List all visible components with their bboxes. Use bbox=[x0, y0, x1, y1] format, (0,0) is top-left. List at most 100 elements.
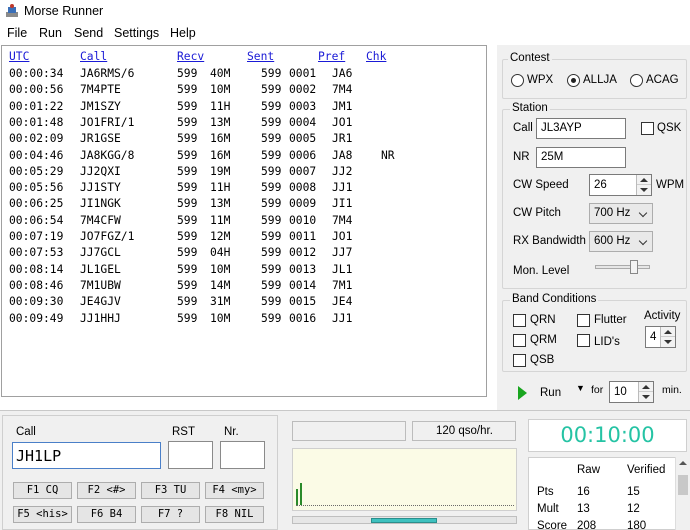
log-cell-rst-sent: 599 bbox=[261, 295, 282, 309]
qsb-checkbox[interactable] bbox=[513, 354, 526, 367]
run-button[interactable]: Run bbox=[540, 387, 561, 399]
log-cell-utc: 00:02:09 bbox=[9, 132, 64, 146]
log-cell-rst-sent: 599 bbox=[261, 115, 282, 129]
log-cell-call: JM1SZY bbox=[80, 99, 121, 113]
spin-down-icon[interactable] bbox=[639, 392, 653, 402]
log-cell-rst-sent: 599 bbox=[261, 246, 282, 260]
log-cell-pref: JI1 bbox=[332, 197, 353, 211]
score-scrollbar[interactable] bbox=[675, 457, 690, 530]
log-cell-rst: 599 bbox=[177, 295, 198, 309]
entry-rst-input[interactable] bbox=[168, 441, 213, 469]
log-cell-utc: 00:01:48 bbox=[9, 115, 64, 129]
qsk-checkbox[interactable] bbox=[641, 122, 654, 135]
scope-signal bbox=[300, 483, 302, 505]
flutter-checkbox[interactable] bbox=[577, 314, 590, 327]
scroll-thumb[interactable] bbox=[678, 475, 688, 495]
log-cell-rst: 599 bbox=[177, 246, 198, 260]
qrn-checkbox[interactable] bbox=[513, 314, 526, 327]
run-minutes-value: 10 bbox=[614, 386, 627, 398]
activity-value: 4 bbox=[650, 331, 657, 343]
log-cell-utc: 00:09:49 bbox=[9, 311, 64, 325]
station-nr-input[interactable]: 25M bbox=[536, 147, 626, 168]
play-icon[interactable] bbox=[518, 386, 527, 400]
progress-bar bbox=[292, 516, 517, 524]
lids-checkbox[interactable] bbox=[577, 334, 590, 347]
radio-acag[interactable] bbox=[630, 74, 643, 87]
log-cell-rst: 599 bbox=[177, 132, 198, 146]
log-cell-utc: 00:07:53 bbox=[9, 246, 64, 260]
run-dropdown-icon[interactable]: ▼ bbox=[576, 383, 585, 393]
f4-button[interactable]: F4 <my> bbox=[205, 482, 264, 499]
log-cell-nr-recv: 16M bbox=[210, 132, 231, 146]
log-cell-nr-sent: 0008 bbox=[289, 181, 317, 195]
log-cell-rst-sent: 599 bbox=[261, 148, 282, 162]
cw-speed-unit: WPM bbox=[656, 179, 685, 191]
station-call-input[interactable]: JL3AYP bbox=[536, 118, 626, 139]
spin-down-icon[interactable] bbox=[661, 337, 675, 347]
radio-allja[interactable] bbox=[567, 74, 580, 87]
log-cell-call: 7M4CFW bbox=[80, 213, 121, 227]
col-chk: Chk bbox=[366, 50, 387, 63]
f8-button[interactable]: F8 NIL bbox=[205, 506, 264, 523]
rate-text: 120 qso/hr. bbox=[436, 425, 493, 437]
f2-button[interactable]: F2 <#> bbox=[77, 482, 136, 499]
f6-button[interactable]: F6 B4 bbox=[77, 506, 136, 523]
entry-nr-input[interactable] bbox=[220, 441, 265, 469]
f1-button[interactable]: F1 CQ bbox=[13, 482, 72, 499]
f7-button[interactable]: F7 ? bbox=[141, 506, 200, 523]
log-cell-call: JJ2QXI bbox=[80, 164, 121, 178]
log-cell-rst-sent: 599 bbox=[261, 262, 282, 276]
score-table: Raw Verified Pts 16 15 Mult 13 12 Score … bbox=[528, 457, 678, 530]
flutter-label: Flutter bbox=[594, 314, 627, 326]
col-sent: Sent bbox=[247, 50, 275, 63]
menu-run[interactable]: Run bbox=[39, 26, 62, 40]
mon-level-thumb[interactable] bbox=[630, 260, 638, 274]
log-cell-pref: 7M4 bbox=[332, 83, 353, 97]
qso-log[interactable]: UTC Call Recv Sent Pref Chk 00:00:34 JA6R… bbox=[1, 45, 487, 397]
scope-signal bbox=[296, 489, 298, 505]
spin-up-icon[interactable] bbox=[661, 327, 675, 337]
log-cell-call: JJ7GCL bbox=[80, 246, 121, 260]
log-cell-rst: 599 bbox=[177, 213, 198, 227]
spin-up-icon[interactable] bbox=[637, 175, 651, 185]
menu-file[interactable]: File bbox=[7, 26, 27, 40]
activity-spinner[interactable]: 4 bbox=[645, 326, 676, 348]
log-cell-rst: 599 bbox=[177, 230, 198, 243]
log-cell-nr-sent: 0015 bbox=[289, 295, 317, 309]
f5-button[interactable]: F5 <his> bbox=[13, 506, 72, 523]
log-cell-nr-sent: 0002 bbox=[289, 83, 317, 97]
radio-wpx[interactable] bbox=[511, 74, 524, 87]
log-cell-nr-sent: 0001 bbox=[289, 67, 317, 80]
log-cell-nr-recv: 12M bbox=[210, 230, 231, 243]
log-cell-rst: 599 bbox=[177, 181, 198, 195]
run-for-label: for bbox=[591, 384, 604, 396]
log-cell-rst: 599 bbox=[177, 115, 198, 129]
log-cell-nr-sent: 0003 bbox=[289, 99, 317, 113]
spin-up-icon[interactable] bbox=[639, 382, 653, 392]
cw-speed-spinner[interactable]: 26 bbox=[589, 174, 652, 196]
menu-help[interactable]: Help bbox=[170, 26, 196, 40]
qrm-checkbox[interactable] bbox=[513, 334, 526, 347]
log-cell-rst: 599 bbox=[177, 99, 198, 113]
f3-button[interactable]: F3 TU bbox=[141, 482, 200, 499]
log-cell-rst-sent: 599 bbox=[261, 181, 282, 195]
log-cell-rst: 599 bbox=[177, 262, 198, 276]
run-minutes-spinner[interactable]: 10 bbox=[609, 381, 654, 403]
menu-settings[interactable]: Settings bbox=[114, 26, 159, 40]
score-pts-raw: 16 bbox=[577, 486, 590, 498]
log-cell-nr-sent: 0005 bbox=[289, 132, 317, 146]
log-cell-call: JO7FGZ/1 bbox=[80, 230, 135, 243]
score-score-label: Score bbox=[537, 520, 568, 530]
log-cell-nr-recv: 13M bbox=[210, 197, 231, 211]
entry-call-input[interactable]: JH1LP bbox=[12, 442, 161, 469]
mon-level-track[interactable] bbox=[595, 265, 650, 269]
spin-down-icon[interactable] bbox=[637, 185, 651, 195]
menu-send[interactable]: Send bbox=[74, 26, 103, 40]
log-cell-call: JO1FRI/1 bbox=[80, 115, 135, 129]
log-cell-nr-sent: 0010 bbox=[289, 213, 317, 227]
rx-bandwidth-select[interactable]: 600 Hz bbox=[589, 231, 653, 252]
log-cell-call: 7M4PTE bbox=[80, 83, 121, 97]
cw-pitch-select[interactable]: 700 Hz bbox=[589, 203, 653, 224]
app-icon bbox=[6, 4, 18, 17]
log-cell-call: JJ1HHJ bbox=[80, 311, 121, 325]
